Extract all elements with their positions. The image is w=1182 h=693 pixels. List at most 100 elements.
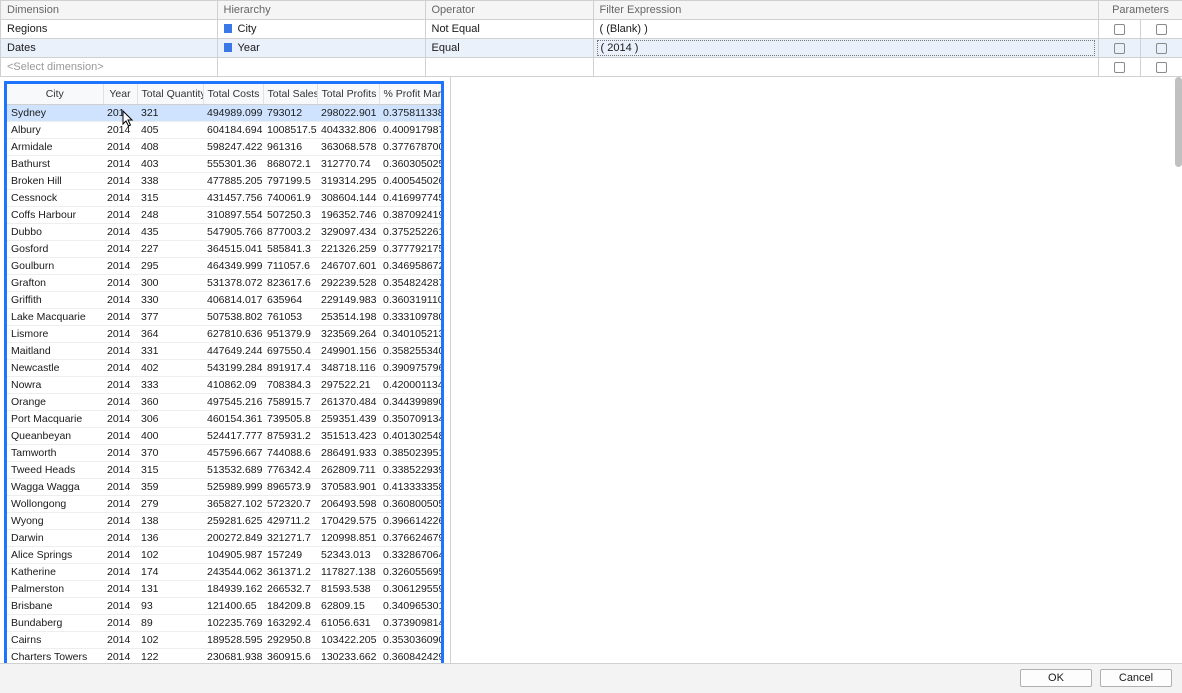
cell[interactable]: 0.38709241965... <box>379 207 444 224</box>
cell[interactable]: 447649.244 <box>203 343 263 360</box>
cell[interactable]: 961316 <box>263 139 317 156</box>
cell[interactable]: 2014 <box>103 224 137 241</box>
cell[interactable]: Bathurst <box>7 156 103 173</box>
cell[interactable]: 2014 <box>103 632 137 649</box>
dimension-cell[interactable]: Regions <box>1 20 217 39</box>
cell[interactable]: Wyong <box>7 513 103 530</box>
col-dimension[interactable]: Dimension <box>1 1 217 20</box>
cell[interactable]: 230681.938 <box>203 649 263 663</box>
cell[interactable]: Dubbo <box>7 224 103 241</box>
cell[interactable]: 0.37525226133... <box>379 224 444 241</box>
cell[interactable]: Queanbeyan <box>7 428 103 445</box>
cell[interactable]: 184939.162 <box>203 581 263 598</box>
cell[interactable]: 896573.9 <box>263 479 317 496</box>
cell[interactable]: 2014 <box>103 258 137 275</box>
cell[interactable]: 2014 <box>103 496 137 513</box>
cell[interactable]: 329097.434 <box>317 224 379 241</box>
table-row[interactable]: Dubbo2014435547905.766877003.2329097.434… <box>7 224 444 241</box>
cell[interactable]: 2014 <box>103 513 137 530</box>
cell[interactable]: Wagga Wagga <box>7 479 103 496</box>
cell[interactable]: 507538.802 <box>203 309 263 326</box>
cell[interactable]: 405 <box>137 122 203 139</box>
cell[interactable]: 377 <box>137 309 203 326</box>
table-row[interactable]: Goulburn2014295464349.999711057.6246707.… <box>7 258 444 275</box>
cell[interactable]: 2014 <box>103 241 137 258</box>
filter-row-placeholder[interactable]: <Select dimension> <box>1 58 1182 77</box>
cell[interactable]: 0.36080050573... <box>379 496 444 513</box>
param-checkbox-3b[interactable] <box>1140 58 1182 77</box>
cell[interactable]: 201 <box>103 105 137 122</box>
cell[interactable]: 292950.8 <box>263 632 317 649</box>
filter-row-regions[interactable]: Regions City Not Equal ( (Blank) ) <box>1 20 1182 39</box>
cell[interactable]: 297522.21 <box>317 377 379 394</box>
cell[interactable]: 306 <box>137 411 203 428</box>
table-row[interactable]: Wagga Wagga2014359525989.999896573.93705… <box>7 479 444 496</box>
cell[interactable]: 321 <box>137 105 203 122</box>
cell[interactable]: 122 <box>137 649 203 663</box>
cell[interactable]: 2014 <box>103 207 137 224</box>
param-checkbox-2b[interactable] <box>1140 39 1182 58</box>
cell[interactable]: 93 <box>137 598 203 615</box>
cell[interactable]: 0.34695867254... <box>379 258 444 275</box>
cell[interactable]: 711057.6 <box>263 258 317 275</box>
scrollbar-thumb[interactable] <box>1175 77 1182 167</box>
table-row[interactable]: Tweed Heads2014315513532.689776342.42628… <box>7 462 444 479</box>
cell[interactable]: Sydney <box>7 105 103 122</box>
cell[interactable]: 62809.15 <box>317 598 379 615</box>
cell[interactable]: 2014 <box>103 564 137 581</box>
cell[interactable]: 2014 <box>103 394 137 411</box>
cell[interactable]: Port Macquarie <box>7 411 103 428</box>
cell[interactable]: 259351.439 <box>317 411 379 428</box>
cell[interactable]: Nowra <box>7 377 103 394</box>
param-checkbox-1a[interactable] <box>1098 20 1140 39</box>
cell[interactable]: 0.33310978079... <box>379 309 444 326</box>
expression-box[interactable]: ( 2014 ) <box>597 40 1095 56</box>
cell[interactable]: 2014 <box>103 343 137 360</box>
cell[interactable]: 0.32605569563... <box>379 564 444 581</box>
cell[interactable]: 2014 <box>103 377 137 394</box>
cell[interactable]: Darwin <box>7 530 103 547</box>
cell[interactable]: 635964 <box>263 292 317 309</box>
cell[interactable]: 0.39097579663... <box>379 360 444 377</box>
table-row[interactable]: Sydney201321494989.099793012298022.9010.… <box>7 105 444 122</box>
cell[interactable]: Katherine <box>7 564 103 581</box>
cell[interactable]: 877003.2 <box>263 224 317 241</box>
operator-cell[interactable]: Not Equal <box>425 20 593 39</box>
cell[interactable]: 2014 <box>103 462 137 479</box>
cell[interactable]: Newcastle <box>7 360 103 377</box>
cell[interactable]: 363068.578 <box>317 139 379 156</box>
cancel-button[interactable]: Cancel <box>1100 669 1172 687</box>
cell[interactable]: 0.38502395144... <box>379 445 444 462</box>
cell[interactable]: 360915.6 <box>263 649 317 663</box>
cell[interactable]: Orange <box>7 394 103 411</box>
cell[interactable]: 0.36031911083... <box>379 292 444 309</box>
cell[interactable]: 102 <box>137 547 203 564</box>
cell[interactable]: Griffith <box>7 292 103 309</box>
cell[interactable]: 524417.777 <box>203 428 263 445</box>
cell[interactable]: 2014 <box>103 275 137 292</box>
cell[interactable]: 0.41333335824... <box>379 479 444 496</box>
column-header[interactable]: Total Quantity <box>137 84 203 105</box>
cell[interactable]: 0.34010521349... <box>379 326 444 343</box>
cell[interactable]: 196352.746 <box>317 207 379 224</box>
table-row[interactable]: Cairns2014102189528.595292950.8103422.20… <box>7 632 444 649</box>
cell[interactable]: Coffs Harbour <box>7 207 103 224</box>
cell[interactable]: 0.40091798704... <box>379 122 444 139</box>
cell[interactable]: 364515.041 <box>203 241 263 258</box>
cell[interactable]: 739505.8 <box>263 411 317 428</box>
cell[interactable]: 52343.013 <box>317 547 379 564</box>
cell[interactable]: 2014 <box>103 598 137 615</box>
cell[interactable]: 0.35303609001... <box>379 632 444 649</box>
cell[interactable]: 0.30612955933... <box>379 581 444 598</box>
column-header[interactable]: Total Costs <box>203 84 263 105</box>
cell[interactable]: 365827.102 <box>203 496 263 513</box>
table-row[interactable]: Alice Springs2014102104905.9871572495234… <box>7 547 444 564</box>
cell[interactable]: 0.35070913439... <box>379 411 444 428</box>
cell[interactable]: 266532.7 <box>263 581 317 598</box>
cell[interactable]: 761053 <box>263 309 317 326</box>
cell[interactable]: 2014 <box>103 156 137 173</box>
cell[interactable]: 868072.1 <box>263 156 317 173</box>
cell[interactable]: 435 <box>137 224 203 241</box>
cell[interactable]: 697550.4 <box>263 343 317 360</box>
cell[interactable]: Goulburn <box>7 258 103 275</box>
